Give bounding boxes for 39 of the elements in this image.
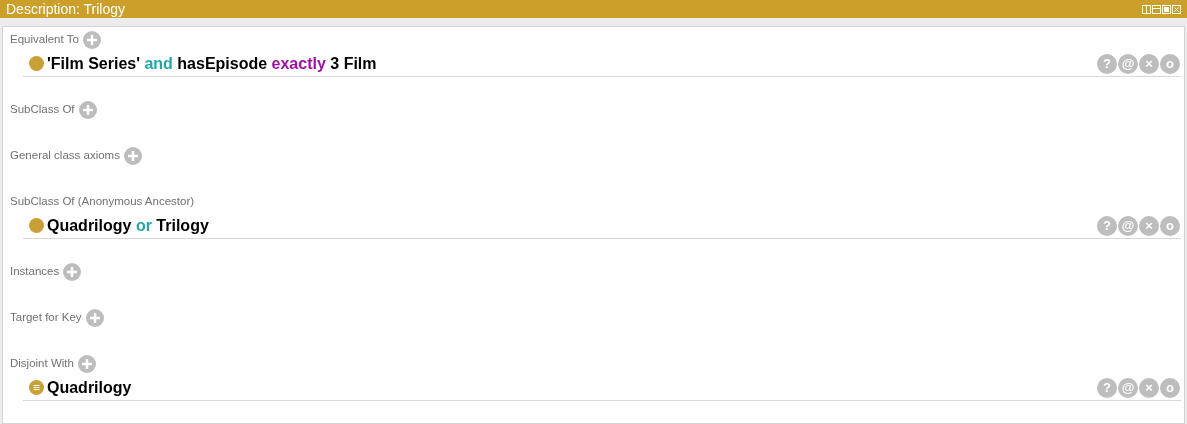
action-button[interactable]: ? bbox=[1097, 377, 1117, 398]
section-label: Target for Key bbox=[10, 310, 82, 326]
axiom-expression: Quadrilogy bbox=[47, 377, 132, 398]
axiom-expression: 'Film Series' and hasEpisode exactly 3 Film bbox=[47, 53, 377, 74]
add-icon[interactable] bbox=[82, 31, 101, 49]
window-title: Description: Trilogy bbox=[6, 2, 126, 16]
add-icon[interactable] bbox=[63, 263, 82, 281]
class-icon bbox=[29, 56, 44, 71]
split-horizontal-icon[interactable] bbox=[1152, 4, 1161, 14]
axiom-row[interactable]: 'Film Series' and hasEpisode exactly 3 Film ? @ × o bbox=[23, 51, 1181, 77]
section-label: Instances bbox=[10, 264, 60, 280]
add-icon[interactable] bbox=[85, 309, 104, 327]
action-button[interactable]: @ bbox=[1118, 53, 1138, 74]
action-button[interactable]: @ bbox=[1118, 377, 1138, 398]
disjoint-class-icon bbox=[29, 380, 44, 395]
action-button[interactable]: o bbox=[1160, 377, 1180, 398]
section-label: SubClass Of (Anonymous Ancestor) bbox=[10, 194, 195, 210]
action-button[interactable]: o bbox=[1160, 215, 1180, 236]
action-button[interactable]: ? bbox=[1097, 53, 1117, 74]
axiom-row[interactable]: Quadrilogy ? @ × o bbox=[23, 375, 1181, 401]
add-icon[interactable] bbox=[78, 101, 97, 119]
action-button[interactable]: × bbox=[1139, 377, 1159, 398]
action-button[interactable]: @ bbox=[1118, 215, 1138, 236]
section-label: SubClass Of bbox=[10, 102, 75, 118]
maximize-icon[interactable] bbox=[1162, 4, 1171, 14]
axiom-expression: Quadrilogy or Trilogy bbox=[47, 215, 209, 236]
add-icon[interactable] bbox=[123, 147, 142, 165]
action-button[interactable]: ? bbox=[1097, 215, 1117, 236]
close-icon[interactable] bbox=[1172, 4, 1181, 14]
section-label: General class axioms bbox=[10, 148, 120, 164]
section-label: Disjoint With bbox=[10, 356, 74, 372]
section-label: Equivalent To bbox=[10, 32, 79, 48]
class-icon bbox=[29, 218, 44, 233]
action-button[interactable]: o bbox=[1160, 53, 1180, 74]
split-vertical-icon[interactable] bbox=[1142, 4, 1151, 14]
action-button[interactable]: × bbox=[1139, 53, 1159, 74]
axiom-row[interactable]: Quadrilogy or Trilogy ? @ × o bbox=[23, 213, 1181, 239]
action-button[interactable]: × bbox=[1139, 215, 1159, 236]
add-icon[interactable] bbox=[77, 355, 96, 373]
